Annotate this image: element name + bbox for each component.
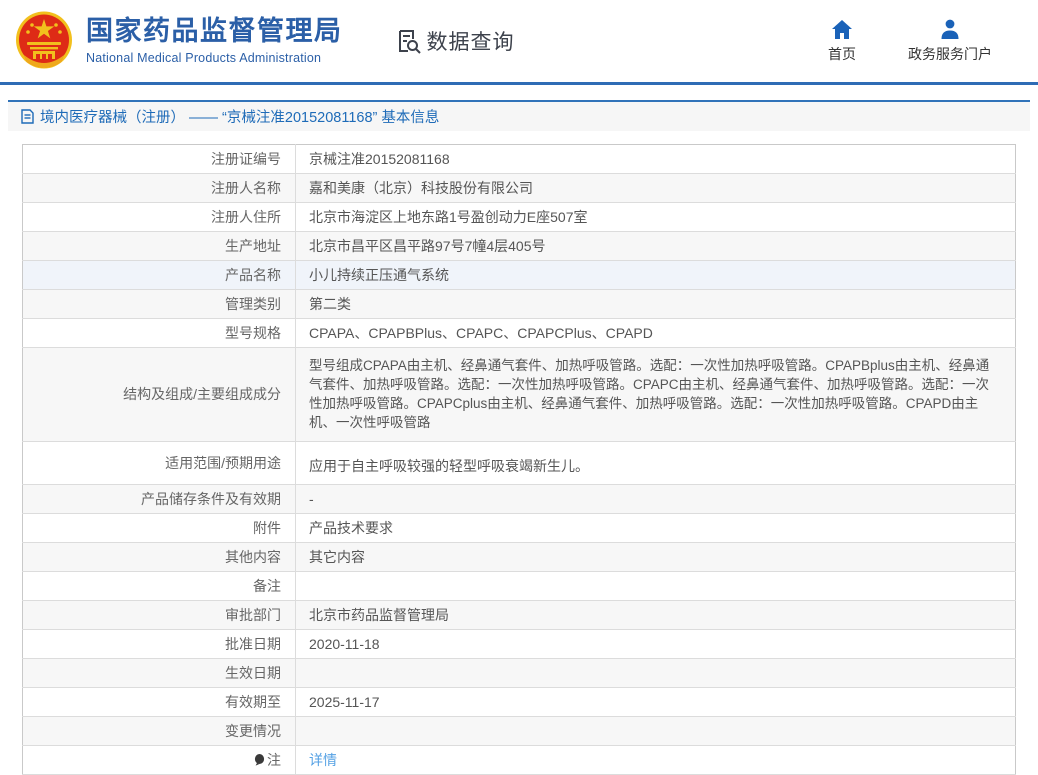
row-label: 注册人名称	[23, 174, 296, 203]
row-label: 变更情况	[23, 716, 296, 745]
nav-portal-label: 政务服务门户	[908, 44, 992, 64]
data-query-label: 数据查询	[427, 26, 515, 56]
row-label: 其他内容	[23, 542, 296, 571]
row-value: 产品技术要求	[296, 513, 1016, 542]
row-value: 其它内容	[296, 542, 1016, 571]
page-title: 境内医疗器械（注册） —— “京械注准20152081168” 基本信息	[40, 106, 439, 127]
row-label: 附件	[23, 513, 296, 542]
org-name-en: National Medical Products Administration	[86, 51, 343, 65]
org-name-cn: 国家药品监督管理局	[86, 17, 343, 47]
row-label: 备注	[23, 571, 296, 600]
document-search-icon	[395, 28, 422, 55]
table-row: 备注	[23, 571, 1016, 600]
row-label: 注册证编号	[23, 145, 296, 174]
row-value: 北京市昌平区昌平路97号7幢4层405号	[296, 232, 1016, 261]
row-label: 型号规格	[23, 319, 296, 348]
row-value: 嘉和美康（北京）科技股份有限公司	[296, 174, 1016, 203]
table-row: 型号规格 CPAPA、CPAPBPlus、CPAPC、CPAPCPlus、CPA…	[23, 319, 1016, 348]
registration-info-table-wrap: 注册证编号 京械注准20152081168 注册人名称 嘉和美康（北京）科技股份…	[22, 144, 1016, 775]
table-row: 适用范围/预期用途 应用于自主呼吸较强的轻型呼吸衰竭新生儿。	[23, 441, 1016, 484]
table-row: 有效期至 2025-11-17	[23, 687, 1016, 716]
row-value	[296, 716, 1016, 745]
row-value: 小儿持续正压通气系统	[296, 261, 1016, 290]
row-value: 北京市海淀区上地东路1号盈创动力E座507室	[296, 203, 1016, 232]
national-emblem-logo	[14, 11, 74, 73]
row-label: 有效期至	[23, 687, 296, 716]
table-row: 生效日期	[23, 658, 1016, 687]
table-row: 结构及组成/主要组成成分 型号组成CPAPA由主机、经鼻通气套件、加热呼吸管路。…	[23, 348, 1016, 442]
top-nav: 首页 政务服务门户	[814, 19, 992, 64]
note-balloon-icon	[254, 754, 265, 766]
row-label: 注册人住所	[23, 203, 296, 232]
table-row: 变更情况	[23, 716, 1016, 745]
row-value: CPAPA、CPAPBPlus、CPAPC、CPAPCPlus、CPAPD	[296, 319, 1016, 348]
row-value: 北京市药品监督管理局	[296, 600, 1016, 629]
row-value: 2025-11-17	[296, 687, 1016, 716]
registration-info-table: 注册证编号 京械注准20152081168 注册人名称 嘉和美康（北京）科技股份…	[22, 144, 1016, 775]
table-row: 产品名称 小儿持续正压通气系统	[23, 261, 1016, 290]
table-row: 管理类别 第二类	[23, 290, 1016, 319]
row-value: 应用于自主呼吸较强的轻型呼吸衰竭新生儿。	[296, 441, 1016, 484]
row-value	[296, 658, 1016, 687]
row-value: 京械注准20152081168	[296, 145, 1016, 174]
row-label: 适用范围/预期用途	[23, 441, 296, 484]
table-row: 注册人住所 北京市海淀区上地东路1号盈创动力E座507室	[23, 203, 1016, 232]
table-row: 生产地址 北京市昌平区昌平路97号7幢4层405号	[23, 232, 1016, 261]
row-label: 生产地址	[23, 232, 296, 261]
table-row: 注册人名称 嘉和美康（北京）科技股份有限公司	[23, 174, 1016, 203]
site-header: 国家药品监督管理局 National Medical Products Admi…	[0, 0, 1038, 85]
table-row: 审批部门 北京市药品监督管理局	[23, 600, 1016, 629]
table-row: 附件 产品技术要求	[23, 513, 1016, 542]
row-label: 结构及组成/主要组成成分	[23, 348, 296, 442]
row-value: 2020-11-18	[296, 629, 1016, 658]
nav-item-home[interactable]: 首页	[814, 19, 870, 64]
detail-link[interactable]: 详情	[309, 752, 337, 768]
row-label: 审批部门	[23, 600, 296, 629]
row-value	[296, 571, 1016, 600]
page-doc-icon	[21, 109, 34, 124]
page-title-bar: 境内医疗器械（注册） —— “京械注准20152081168” 基本信息	[8, 100, 1030, 131]
home-icon	[832, 19, 852, 39]
person-icon	[940, 19, 960, 39]
brand-block: 国家药品监督管理局 National Medical Products Admi…	[86, 17, 343, 65]
row-label: 管理类别	[23, 290, 296, 319]
row-value: -	[296, 484, 1016, 513]
row-label: 产品名称	[23, 261, 296, 290]
table-row: 注册证编号 京械注准20152081168	[23, 145, 1016, 174]
data-query-nav[interactable]: 数据查询	[395, 26, 515, 56]
note-label-text: 注	[267, 750, 281, 770]
table-row: 产品储存条件及有效期 -	[23, 484, 1016, 513]
row-label: 产品储存条件及有效期	[23, 484, 296, 513]
nav-home-label: 首页	[828, 44, 856, 64]
row-label: 批准日期	[23, 629, 296, 658]
table-row: 批准日期 2020-11-18	[23, 629, 1016, 658]
table-row: 其他内容 其它内容	[23, 542, 1016, 571]
row-value: 第二类	[296, 290, 1016, 319]
row-value: 型号组成CPAPA由主机、经鼻通气套件、加热呼吸管路。选配：一次性加热呼吸管路。…	[296, 348, 1016, 442]
row-label: 生效日期	[23, 658, 296, 687]
nav-item-portal[interactable]: 政务服务门户	[908, 19, 992, 64]
